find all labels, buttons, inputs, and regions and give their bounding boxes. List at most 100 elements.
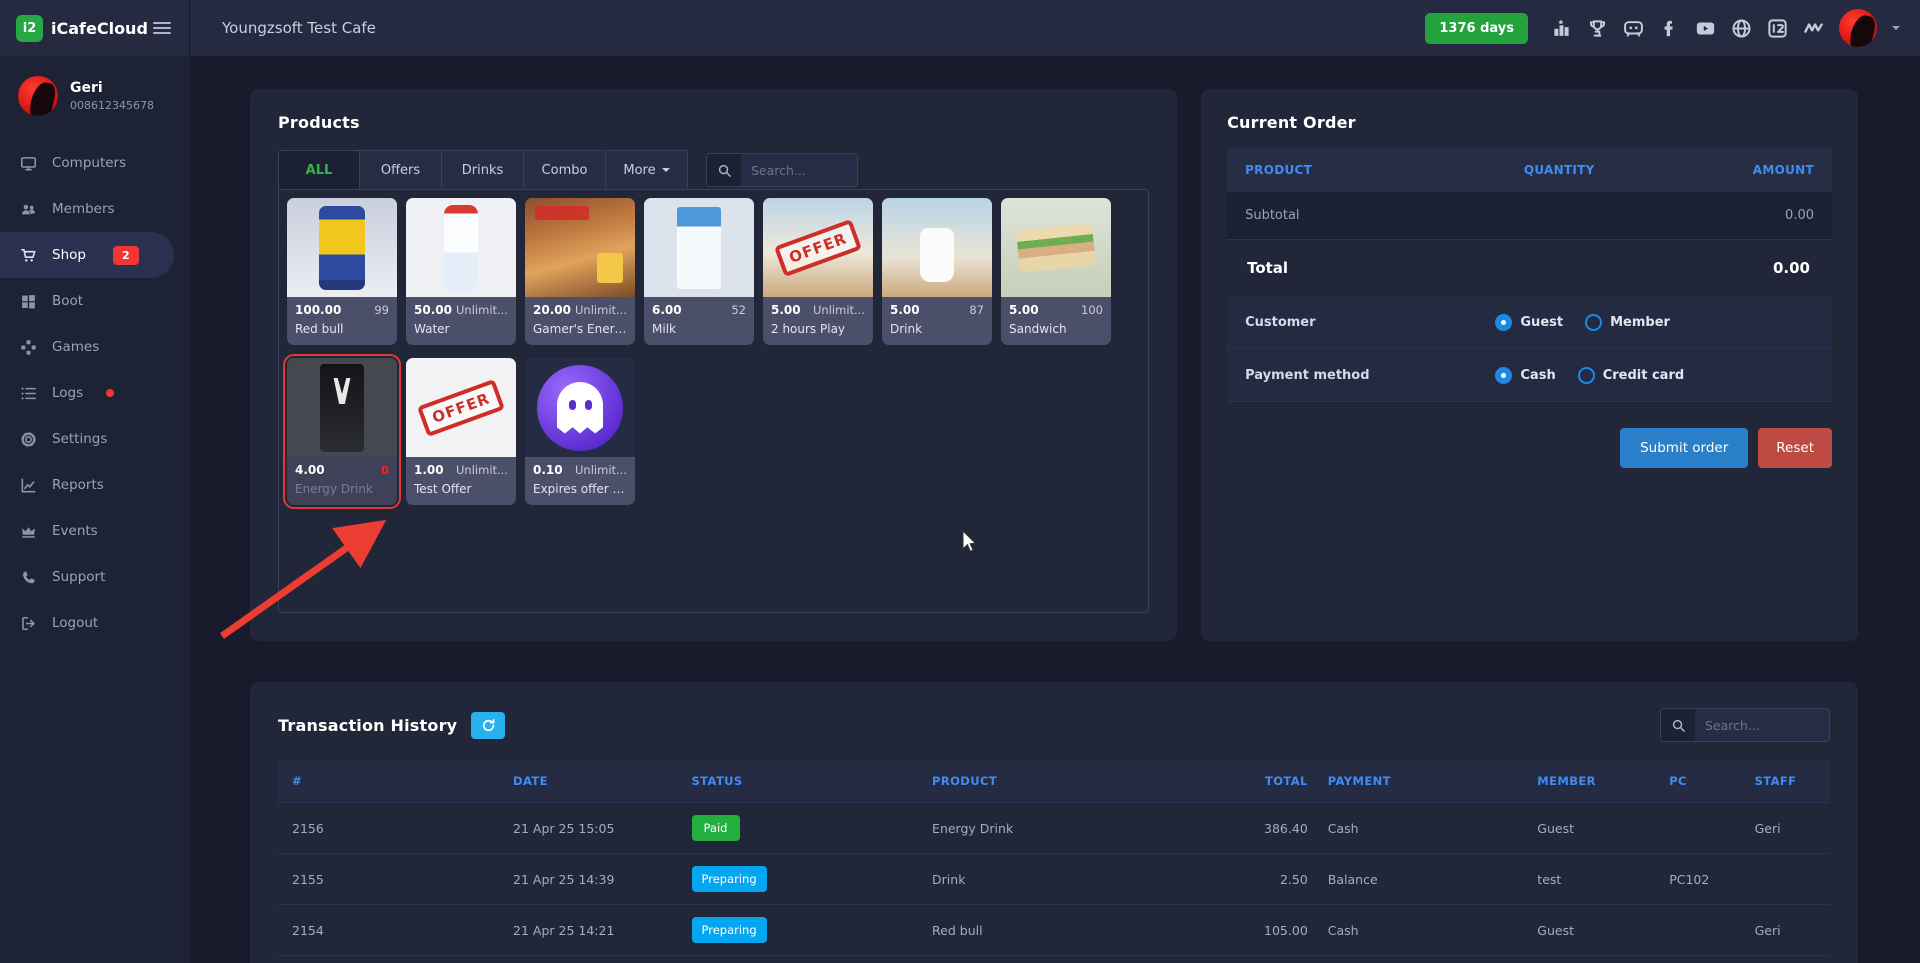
- topbar-right: 1376 days: [1425, 9, 1920, 47]
- days-badge: 1376 days: [1425, 13, 1528, 44]
- search-icon: [1661, 709, 1695, 741]
- settings-icon: [20, 431, 37, 448]
- globe-icon[interactable]: [1731, 18, 1752, 39]
- tx-payment: Cash: [1318, 803, 1528, 854]
- tx-date: 21 Apr 25 15:05: [503, 803, 681, 854]
- products-search-input[interactable]: [741, 154, 857, 186]
- sidebar-item-label: Computers: [52, 155, 126, 171]
- facebook-icon[interactable]: [1659, 18, 1680, 39]
- total-value: 0.00: [1773, 259, 1810, 277]
- subtotal-row: Subtotal 0.00: [1227, 192, 1832, 240]
- tx-pc: PC102: [1659, 956, 1744, 963]
- product-image: OFFER: [406, 358, 516, 457]
- sidebar-item-label: Logs: [52, 385, 83, 401]
- product-image: [287, 358, 397, 457]
- product-card-water[interactable]: 50.00 Unlimit... Water: [406, 198, 516, 345]
- tab-all[interactable]: ALL: [278, 150, 360, 190]
- sidebar-item-boot[interactable]: Boot: [0, 278, 190, 324]
- transaction-row[interactable]: 2153 21 Apr 25 02:23 Paid Red bull 105.0…: [278, 956, 1830, 963]
- tab-offers[interactable]: Offers: [360, 150, 442, 190]
- product-card-milk[interactable]: 6.00 52 Milk: [644, 198, 754, 345]
- sidebar-item-label: Boot: [52, 293, 83, 309]
- radio-label: Cash: [1520, 368, 1555, 383]
- product-card-test-offer[interactable]: OFFER 1.00 Unlimit... Test Offer: [406, 358, 516, 505]
- sidebar-item-computers[interactable]: Computers: [0, 140, 190, 186]
- sidebar-item-settings[interactable]: Settings: [0, 416, 190, 462]
- sidebar-item-label: Settings: [52, 431, 107, 447]
- sidebar-item-label: Logout: [52, 615, 98, 631]
- games-icon: [20, 339, 37, 356]
- transaction-row[interactable]: 2154 21 Apr 25 14:21 Preparing Red bull …: [278, 905, 1830, 956]
- product-image: [882, 198, 992, 297]
- product-card-gamer-s-energ[interactable]: 20.00 Unlimit... Gamer's Energ...: [525, 198, 635, 345]
- tx-date: 21 Apr 25 14:21: [503, 905, 681, 956]
- product-card-drink[interactable]: 5.00 87 Drink: [882, 198, 992, 345]
- brand-block: i2 iCafeCloud: [0, 0, 190, 56]
- product-card-sandwich[interactable]: 5.00 100 Sandwich: [1001, 198, 1111, 345]
- customer-field: Customer Guest Member: [1227, 296, 1832, 349]
- reset-button[interactable]: Reset: [1758, 428, 1832, 468]
- hamburger-menu-icon[interactable]: [149, 18, 175, 38]
- submit-order-button[interactable]: Submit order: [1620, 428, 1748, 468]
- tx-status: Preparing: [682, 854, 923, 905]
- tx-column-total: TOTAL: [1225, 760, 1318, 803]
- status-badge: Preparing: [692, 866, 767, 892]
- sidebar-item-logs[interactable]: Logs: [0, 370, 190, 416]
- sidebar-user[interactable]: Geri 008612345678: [0, 56, 190, 140]
- product-stock: 100: [1081, 303, 1103, 317]
- ranking-icon[interactable]: [1551, 18, 1572, 39]
- youtube-icon[interactable]: [1695, 18, 1716, 39]
- sidebar-item-label: Games: [52, 339, 99, 355]
- sidebar-item-logout[interactable]: Logout: [0, 600, 190, 646]
- tx-payment: Cash: [1318, 956, 1528, 963]
- product-name: Water: [406, 319, 516, 345]
- tx-product: Drink: [922, 854, 1225, 905]
- product-price: 5.00: [771, 303, 801, 317]
- transaction-row[interactable]: 2155 21 Apr 25 14:39 Preparing Drink 2.5…: [278, 854, 1830, 905]
- tab-drinks[interactable]: Drinks: [442, 150, 524, 190]
- sidebar-item-shop[interactable]: Shop 2: [0, 232, 174, 278]
- sidebar-item-events[interactable]: Events: [0, 508, 190, 554]
- user-avatar[interactable]: [1839, 9, 1877, 47]
- customer-option-member[interactable]: Member: [1585, 314, 1670, 331]
- product-name: Expires offer 5...: [525, 479, 635, 505]
- user-name: Geri: [70, 80, 154, 96]
- product-stock: 52: [731, 303, 746, 317]
- tx-pc: [1659, 905, 1744, 956]
- sidebar-item-label: Support: [52, 569, 105, 585]
- current-order-title: Current Order: [1227, 113, 1832, 132]
- subtotal-label: Subtotal: [1245, 208, 1299, 223]
- transaction-row[interactable]: 2156 21 Apr 25 15:05 Paid Energy Drink 3…: [278, 803, 1830, 854]
- payment-option-credit-card[interactable]: Credit card: [1578, 367, 1684, 384]
- chevron-down-icon[interactable]: [1892, 26, 1900, 34]
- product-price: 20.00: [533, 303, 571, 317]
- members-icon: [20, 201, 37, 218]
- product-card-2-hours-play[interactable]: OFFER 5.00 Unlimit... 2 hours Play: [763, 198, 873, 345]
- sidebar-item-games[interactable]: Games: [0, 324, 190, 370]
- customer-label: Customer: [1245, 315, 1495, 330]
- discord-icon[interactable]: [1623, 18, 1644, 39]
- sidebar-item-members[interactable]: Members: [0, 186, 190, 232]
- refresh-button[interactable]: [471, 712, 505, 739]
- refresh-icon: [481, 718, 496, 733]
- tx-product: Energy Drink: [922, 803, 1225, 854]
- tab-more[interactable]: More: [606, 150, 688, 190]
- tab-combo[interactable]: Combo: [524, 150, 606, 190]
- payment-option-cash[interactable]: Cash: [1495, 367, 1555, 384]
- icafecloud-logo-icon: i2: [16, 15, 43, 42]
- youngzsoft-icon[interactable]: [1803, 18, 1824, 39]
- product-stock: Unlimit...: [575, 463, 627, 477]
- sidebar-item-reports[interactable]: Reports: [0, 462, 190, 508]
- radio-icon: [1578, 367, 1595, 384]
- sidebar-item-support[interactable]: Support: [0, 554, 190, 600]
- product-card-red-bull[interactable]: 100.00 99 Red bull: [287, 198, 397, 345]
- product-card-energy-drink[interactable]: 4.00 0 Energy Drink: [287, 358, 397, 505]
- icafecloud-icon[interactable]: [1767, 18, 1788, 39]
- trophy-icon[interactable]: [1587, 18, 1608, 39]
- customer-option-guest[interactable]: Guest: [1495, 314, 1563, 331]
- product-card-expires-offer-5[interactable]: 0.10 Unlimit... Expires offer 5...: [525, 358, 635, 505]
- tx-member: Guest: [1527, 905, 1659, 956]
- product-price: 50.00: [414, 303, 452, 317]
- transactions-search-input[interactable]: [1695, 709, 1829, 741]
- product-name: 2 hours Play: [763, 319, 873, 345]
